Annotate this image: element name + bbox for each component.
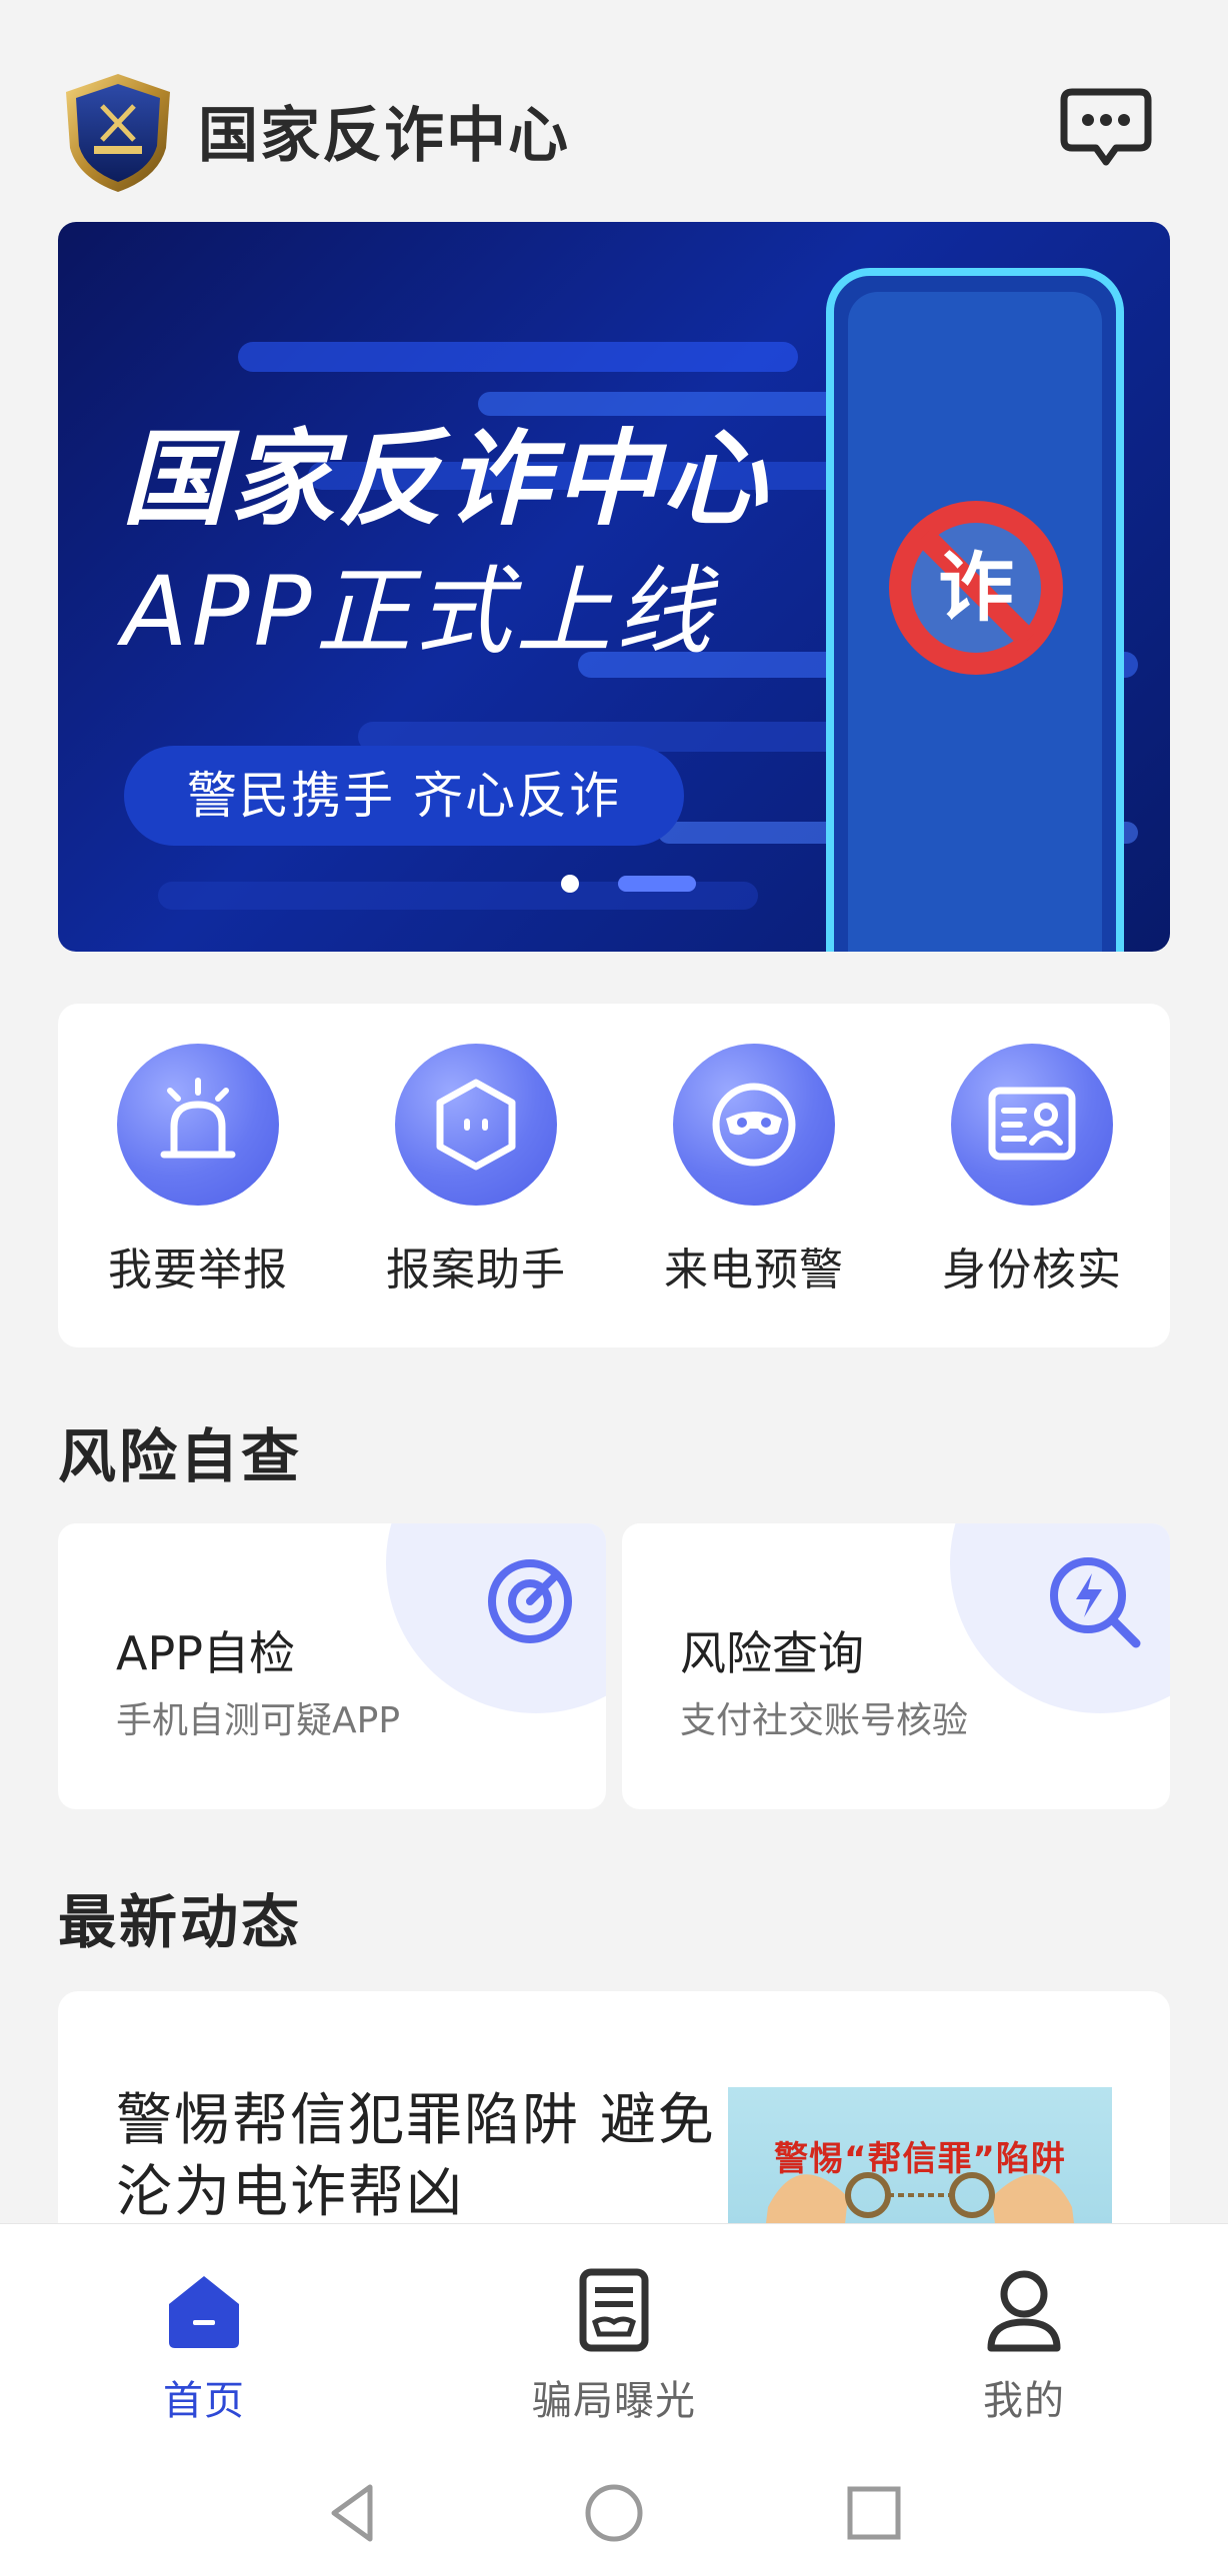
risk-card-subtitle: 手机自测可疑APP (116, 1700, 401, 1741)
quick-action-report[interactable]: 我要举报 (88, 1044, 308, 1297)
quick-action-label: 我要举报 (108, 1245, 288, 1295)
carousel-dot-active[interactable] (618, 876, 696, 892)
quick-action-call-warning[interactable]: 来电预警 (644, 1044, 864, 1297)
tab-profile[interactable]: 我的 (894, 2264, 1154, 2426)
bottom-tab-bar: 首页 骗局曝光 我的 (0, 2223, 1228, 2443)
promo-banner[interactable]: 诈 国家反诈中心 APP正式上线 警民携手 齐心反诈 (58, 222, 1170, 952)
alarm-light-icon (117, 1044, 279, 1206)
tab-scam-exposure[interactable]: 骗局曝光 (484, 2264, 744, 2426)
news-title: 警惕帮信犯罪陷阱 避免沦为电诈帮凶 (116, 2088, 716, 2225)
top-header: 国家反诈中心 (0, 0, 1228, 220)
section-title-news: 最新动态 (58, 1888, 303, 1956)
tab-label: 首页 (163, 2378, 245, 2424)
lightning-search-icon (1044, 1551, 1144, 1651)
quick-action-assistant[interactable]: 报案助手 (366, 1044, 586, 1297)
carousel-dot[interactable] (561, 875, 579, 893)
robot-hexagon-icon (395, 1044, 557, 1206)
risk-card-app-check[interactable]: APP自检 手机自测可疑APP (58, 1523, 606, 1809)
risk-card-risk-query[interactable]: 风险查询 支付社交账号核验 (622, 1523, 1170, 1809)
news-doc-icon (569, 2264, 659, 2354)
system-nav-bar (0, 2443, 1228, 2576)
tab-label: 骗局曝光 (532, 2378, 696, 2424)
home-icon (159, 2264, 249, 2354)
app-title: 国家反诈中心 (198, 101, 570, 171)
quick-action-id-verify[interactable]: 身份核实 (922, 1044, 1142, 1297)
carousel-indicator[interactable] (58, 222, 1170, 952)
quick-action-label: 报案助手 (386, 1245, 566, 1295)
chat-bubble-icon[interactable] (1058, 84, 1154, 170)
recents-square-icon[interactable] (842, 2481, 906, 2545)
quick-action-label: 身份核实 (942, 1245, 1122, 1295)
app-root: 国家反诈中心 诈 国家反诈中心 APP正式上线 警民携手 齐心反诈 我要举报 报… (0, 0, 1228, 2576)
risk-card-title: APP自检 (116, 1626, 295, 1680)
user-icon (979, 2264, 1069, 2354)
target-scan-icon (480, 1551, 580, 1651)
tab-home[interactable]: 首页 (74, 2264, 334, 2426)
home-circle-icon[interactable] (582, 2481, 646, 2545)
mask-icon (673, 1044, 835, 1206)
back-triangle-icon[interactable] (322, 2481, 386, 2545)
tab-label: 我的 (983, 2378, 1065, 2424)
section-title-risk-check: 风险自查 (58, 1422, 303, 1490)
shield-badge-icon (58, 70, 178, 196)
risk-card-title: 风险查询 (680, 1626, 864, 1680)
quick-action-label: 来电预警 (664, 1245, 844, 1295)
risk-card-subtitle: 支付社交账号核验 (680, 1700, 969, 1741)
quick-actions-card: 我要举报 报案助手 来电预警 身份核实 (58, 1004, 1170, 1347)
id-card-icon (951, 1044, 1113, 1206)
